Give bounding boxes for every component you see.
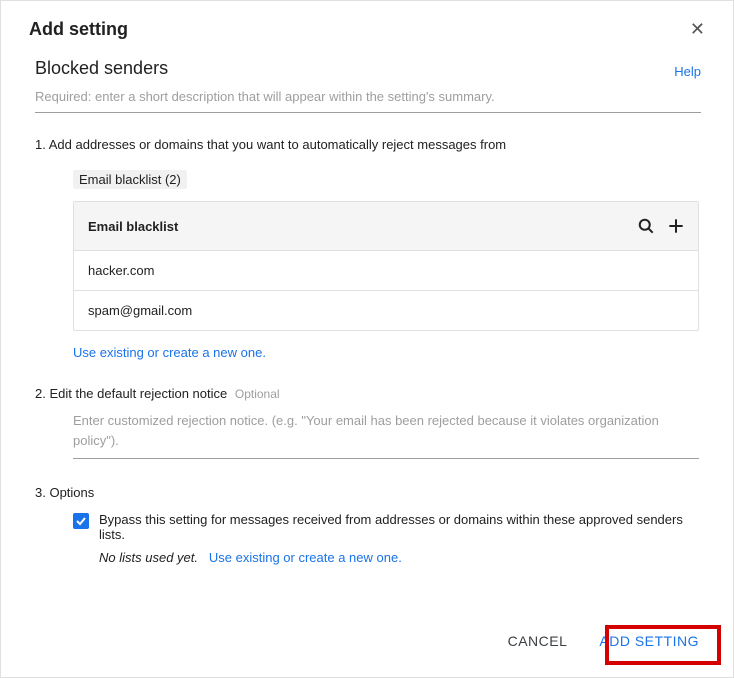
cancel-button[interactable]: CANCEL [500, 625, 576, 657]
blacklist-pill[interactable]: Email blacklist (2) [73, 170, 187, 189]
use-existing-link-1[interactable]: Use existing or create a new one. [73, 345, 699, 360]
rejection-notice-placeholder: Enter customized rejection notice. (e.g.… [73, 411, 699, 458]
step-2-text: 2. Edit the default rejection notice [35, 386, 227, 401]
use-existing-link-2[interactable]: Use existing or create a new one. [209, 550, 402, 565]
add-setting-dialog: Add setting ✕ Blocked senders Help Requi… [0, 0, 734, 678]
blacklist-table: Email blacklist [73, 201, 699, 331]
step-2-label: 2. Edit the default rejection notice Opt… [35, 386, 699, 401]
description-input[interactable]: Required: enter a short description that… [35, 85, 701, 113]
bypass-checkbox-label: Bypass this setting for messages receive… [99, 512, 699, 542]
help-link[interactable]: Help [674, 64, 701, 79]
search-icon[interactable] [636, 216, 656, 236]
rejection-notice-input[interactable]: Enter customized rejection notice. (e.g.… [73, 411, 699, 459]
optional-label: Optional [235, 387, 280, 401]
table-row[interactable]: spam@gmail.com [74, 290, 698, 330]
no-lists-text: No lists used yet. [99, 550, 198, 565]
dialog-title: Add setting [29, 19, 128, 40]
step-3-label: 3. Options [35, 485, 699, 500]
step-1-label: 1. Add addresses or domains that you wan… [35, 137, 699, 152]
table-header-title: Email blacklist [88, 219, 178, 234]
add-icon[interactable] [666, 216, 686, 236]
bypass-checkbox[interactable] [73, 513, 89, 529]
dialog-subtitle: Blocked senders [35, 58, 168, 79]
add-setting-button[interactable]: ADD SETTING [589, 625, 709, 657]
close-icon[interactable]: ✕ [682, 15, 713, 44]
table-row[interactable]: hacker.com [74, 250, 698, 290]
